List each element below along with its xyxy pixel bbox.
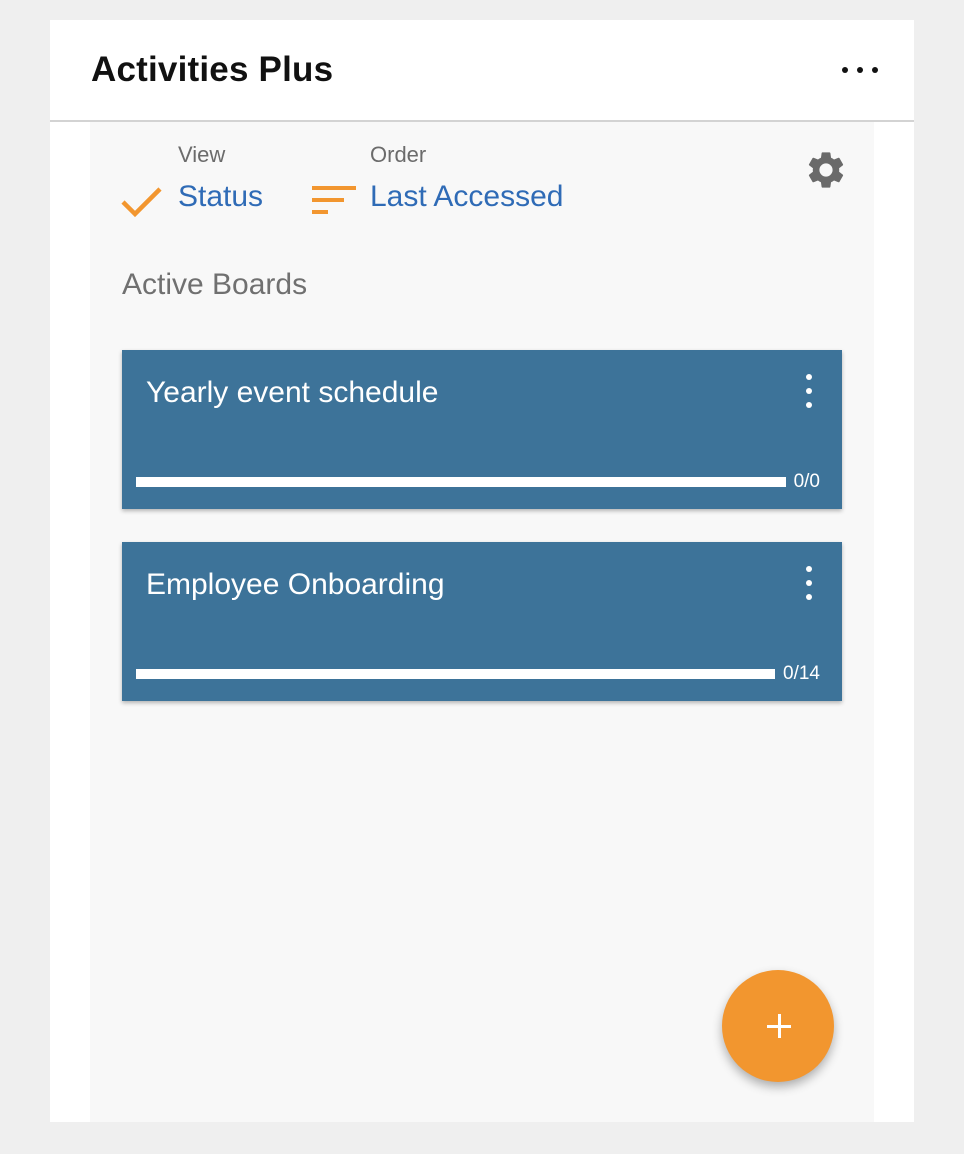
more-options-button[interactable] xyxy=(842,56,878,84)
gear-icon[interactable] xyxy=(804,148,848,192)
app-window: Activities Plus View Status Order Last A… xyxy=(50,20,914,1122)
check-icon xyxy=(121,187,162,218)
more-vertical-icon xyxy=(806,566,812,572)
progress-bar xyxy=(136,477,786,487)
sort-icon xyxy=(312,186,356,214)
more-vertical-icon xyxy=(806,374,812,380)
board-title: Employee Onboarding xyxy=(146,568,445,601)
progress-count: 0/14 xyxy=(783,663,820,684)
board-card[interactable]: Employee Onboarding 0/14 xyxy=(122,542,842,701)
app-header: Activities Plus xyxy=(50,20,914,122)
board-progress: 0/14 xyxy=(136,663,820,684)
board-title: Yearly event schedule xyxy=(146,376,439,409)
board-menu-button[interactable] xyxy=(802,374,816,408)
view-label: View xyxy=(178,142,226,167)
app-title: Activities Plus xyxy=(91,50,334,89)
add-board-button[interactable] xyxy=(722,970,834,1082)
board-menu-button[interactable] xyxy=(802,566,816,600)
board-card[interactable]: Yearly event schedule 0/0 xyxy=(122,350,842,509)
board-progress: 0/0 xyxy=(136,471,820,492)
progress-bar xyxy=(136,669,776,679)
view-selector[interactable]: Status xyxy=(178,180,263,214)
progress-count: 0/0 xyxy=(793,471,820,492)
boards-panel: View Status Order Last Accessed Active B… xyxy=(90,122,874,1122)
order-label: Order xyxy=(370,142,427,167)
section-title-active-boards: Active Boards xyxy=(122,268,308,301)
more-horizontal-icon xyxy=(842,67,848,73)
order-selector[interactable]: Last Accessed xyxy=(370,180,563,214)
